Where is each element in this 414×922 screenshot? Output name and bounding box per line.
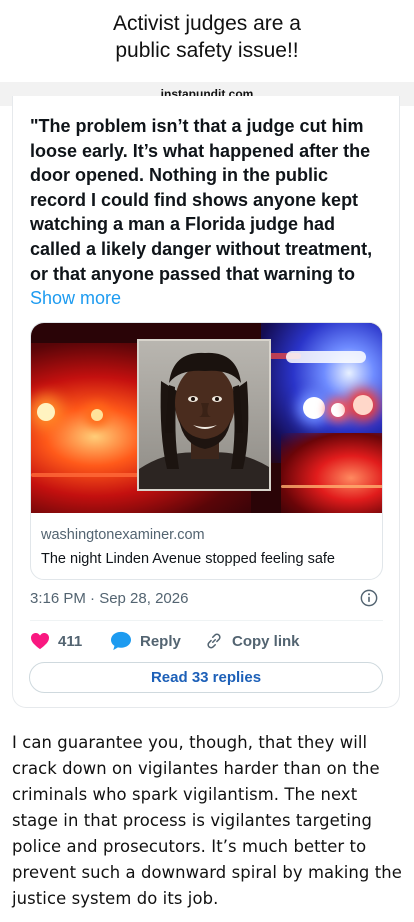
like-button[interactable]: 411 bbox=[30, 630, 82, 652]
speech-bubble-icon bbox=[111, 631, 131, 651]
like-count: 411 bbox=[58, 632, 83, 650]
mugshot-photo bbox=[137, 339, 271, 491]
light-dot bbox=[37, 403, 55, 421]
info-icon[interactable] bbox=[360, 589, 378, 607]
person-portrait bbox=[139, 341, 269, 489]
post-text: "The problem isn’t that a judge cut him … bbox=[30, 114, 386, 311]
link-preview-meta: washingtonexaminer.com The night Linden … bbox=[31, 513, 382, 579]
reply-label: Reply bbox=[140, 632, 181, 650]
copy-link-button[interactable]: Copy link bbox=[204, 630, 300, 652]
link-domain: washingtonexaminer.com bbox=[41, 527, 205, 543]
light-dot bbox=[303, 397, 325, 419]
light-streak bbox=[31, 473, 151, 477]
link-preview-image bbox=[31, 323, 382, 513]
heart-icon bbox=[31, 632, 49, 650]
light-dot bbox=[331, 403, 345, 417]
commentary-paragraph: I can guarantee you, though, that they w… bbox=[12, 733, 402, 908]
link-icon bbox=[207, 633, 221, 649]
headline: Activist judges are a public safety issu… bbox=[0, 10, 414, 64]
reply-button[interactable]: Reply bbox=[110, 630, 181, 652]
light-dot bbox=[353, 395, 373, 415]
link-title: The night Linden Avenue stopped feeling … bbox=[41, 551, 335, 567]
light-dot bbox=[91, 409, 103, 421]
action-divider bbox=[30, 620, 383, 621]
headline-line-2: public safety issue!! bbox=[115, 39, 299, 62]
show-more-link[interactable]: Show more bbox=[30, 288, 121, 308]
copy-link-label: Copy link bbox=[232, 632, 300, 650]
link-preview-card[interactable]: washingtonexaminer.com The night Linden … bbox=[30, 322, 383, 580]
light-streak bbox=[281, 485, 382, 488]
red-light-glow-right bbox=[281, 433, 382, 513]
post-body: "The problem isn’t that a judge cut him … bbox=[30, 116, 373, 284]
headline-line-1: Activist judges are a bbox=[113, 12, 301, 35]
light-streak bbox=[286, 351, 366, 363]
post-timestamp[interactable]: 3:16 PM · Sep 28, 2026 bbox=[30, 590, 188, 607]
read-replies-button[interactable]: Read 33 replies bbox=[29, 662, 383, 693]
